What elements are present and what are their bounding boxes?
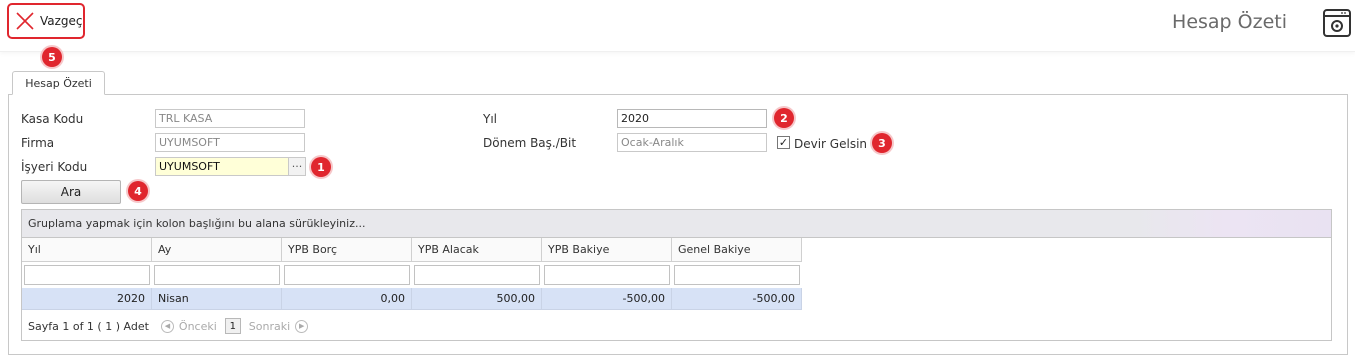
column-header-ay[interactable]: Ay <box>152 238 282 262</box>
firma-label: Firma <box>21 136 55 150</box>
group-by-panel[interactable]: Gruplama yapmak için kolon başlığını bu … <box>22 210 1331 238</box>
pager-next-label: Sonraki <box>248 319 291 333</box>
filter-input-ypb-alacak[interactable] <box>414 265 540 285</box>
donem-field[interactable]: Ocak-Aralık <box>617 133 767 152</box>
isyeri-kodu-label: İşyeri Kodu <box>21 160 88 174</box>
tab-hesap-ozeti[interactable]: Hesap Özeti <box>12 71 105 95</box>
report-settings-icon[interactable] <box>1322 8 1352 38</box>
grid-pager: Sayfa 1 of 1 ( 1 ) Adet ◀ Önceki 1 Sonra… <box>22 312 1331 340</box>
cancel-button-label: Vazgeç <box>40 14 83 28</box>
pager-summary: Sayfa 1 of 1 ( 1 ) Adet <box>28 319 149 333</box>
filter-input-genel-bakiye[interactable] <box>674 265 800 285</box>
table-cell[interactable]: 500,00 <box>412 288 542 310</box>
kasa-kodu-label: Kasa Kodu <box>21 112 84 126</box>
pager-page-number[interactable]: 1 <box>224 318 241 334</box>
pager-next-button[interactable]: Sonraki ▶ <box>248 319 313 333</box>
step-badge-3: 3 <box>872 133 892 153</box>
table-cell[interactable]: -500,00 <box>542 288 672 310</box>
page-title: Hesap Özeti <box>1172 11 1287 33</box>
devir-gelsin-checkbox[interactable]: ✓ <box>777 136 790 149</box>
devir-gelsin-label: Devir Gelsin <box>794 137 868 151</box>
filter-input-ypb-borc[interactable] <box>284 265 410 285</box>
column-header-ypb-borc[interactable]: YPB Borç <box>282 238 412 262</box>
column-header-ypb-bakiye[interactable]: YPB Bakiye <box>542 238 672 262</box>
filter-input-yil[interactable] <box>24 265 150 285</box>
yil-label: Yıl <box>483 112 497 126</box>
yil-field[interactable]: 2020 <box>617 109 767 128</box>
step-badge-2: 2 <box>774 108 794 128</box>
pager-prev-label: Önceki <box>178 319 217 333</box>
top-toolbar: Vazgeç Hesap Özeti <box>0 0 1355 52</box>
column-header-genel-bakiye[interactable]: Genel Bakiye <box>672 238 802 262</box>
table-cell[interactable]: -500,00 <box>672 288 802 310</box>
firma-field[interactable]: UYUMSOFT <box>155 133 305 152</box>
isyeri-lookup-button[interactable]: ··· <box>288 157 306 176</box>
column-header-yil[interactable]: Yıl <box>22 238 152 262</box>
filter-input-ypb-bakiye[interactable] <box>544 265 670 285</box>
table-cell[interactable]: Nisan <box>152 288 282 310</box>
filter-input-ay[interactable] <box>154 265 280 285</box>
pager-prev-button[interactable]: ◀ Önceki <box>160 319 217 333</box>
close-icon <box>16 12 34 30</box>
column-header-ypb-alacak[interactable]: YPB Alacak <box>412 238 542 262</box>
cancel-button[interactable]: Vazgeç <box>7 3 85 39</box>
table-cell[interactable]: 0,00 <box>282 288 412 310</box>
step-badge-5: 5 <box>42 47 62 67</box>
results-grid: Gruplama yapmak için kolon başlığını bu … <box>21 209 1332 341</box>
kasa-kodu-field[interactable]: TRL KASA <box>155 109 305 128</box>
donem-label: Dönem Baş./Bit <box>483 136 577 150</box>
chevron-right-icon: ▶ <box>295 319 309 333</box>
table-cell[interactable]: 2020 <box>22 288 152 310</box>
app-root: Vazgeç Hesap Özeti 5 Hesap Özeti Kasa Ko… <box>0 0 1355 359</box>
step-badge-1: 1 <box>311 157 331 177</box>
step-badge-4: 4 <box>128 181 148 201</box>
chevron-left-icon: ◀ <box>160 319 174 333</box>
isyeri-kodu-field[interactable]: UYUMSOFT <box>155 157 289 176</box>
search-button[interactable]: Ara <box>21 180 121 204</box>
